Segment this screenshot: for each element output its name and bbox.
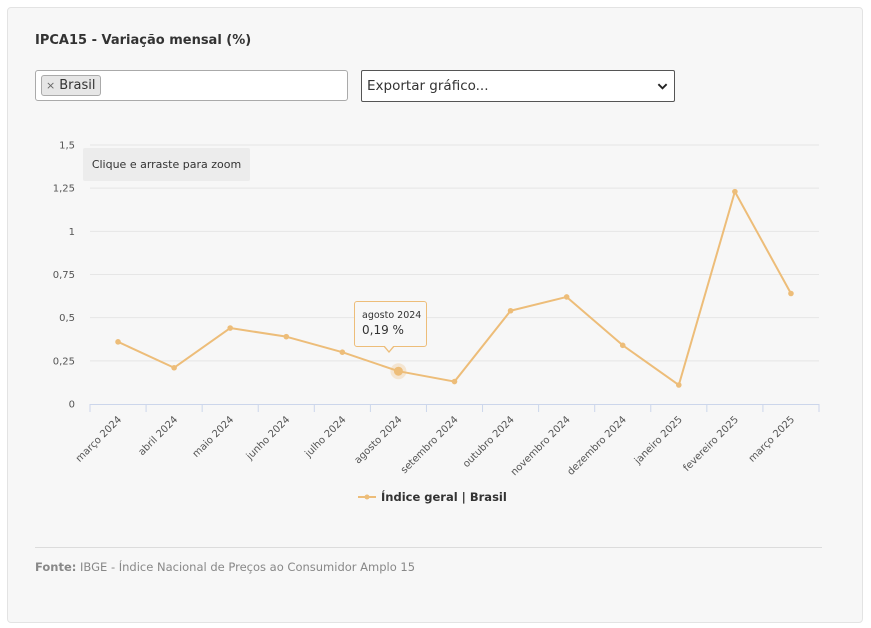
data-point: [676, 382, 682, 388]
x-tick-label: dezembro 2024: [565, 414, 628, 477]
data-point: [171, 364, 177, 371]
line-chart[interactable]: 0 0,25 0,5 0,75 1 1,25 1,5 março 2024 abril 202…: [0, 0, 871, 628]
y-tick-label: 0,25: [53, 356, 75, 367]
x-tick-label: novembro 2024: [509, 414, 573, 478]
y-tick-label: 1,25: [53, 184, 75, 195]
source-label: Fonte:: [35, 560, 77, 574]
x-tick-label: março 2025: [747, 414, 797, 464]
y-tick-label: 0,75: [53, 270, 75, 281]
y-tick-label: 1: [69, 227, 75, 238]
x-tick-label: fevereiro 2025: [681, 414, 741, 474]
series-line: [117, 190, 792, 387]
tooltip-arrow-fill: [384, 345, 394, 351]
x-tick-label: janeiro 2025: [632, 414, 685, 467]
data-point: [451, 378, 458, 385]
data-point: [339, 349, 346, 356]
data-point: [732, 188, 738, 195]
x-tick-label: agosto 2024: [353, 414, 405, 466]
legend-line-icon: [358, 494, 376, 500]
legend-item[interactable]: Índice geral | Brasil: [358, 490, 507, 504]
data-point: [507, 307, 514, 314]
source-note: Fonte: IBGE - Índice Nacional de Preços …: [35, 560, 415, 574]
y-tick-label: 0,5: [59, 313, 75, 324]
x-tick-label: abril 2024: [137, 414, 181, 458]
y-tick-label: 0: [69, 400, 75, 411]
x-tick-label: julho 2024: [303, 414, 349, 460]
data-point: [115, 339, 121, 345]
x-tick-label: outubro 2024: [461, 414, 517, 470]
x-tick-label: junho 2024: [244, 414, 292, 462]
x-tick-label: maio 2024: [191, 414, 237, 460]
zoom-hint: Clique e arraste para zoom: [83, 148, 250, 181]
data-point: [227, 325, 233, 331]
data-point: [788, 290, 794, 297]
tooltip-date: agosto 2024: [362, 310, 422, 321]
data-point-highlighted: [393, 366, 403, 376]
data-point: [283, 333, 290, 340]
tooltip-value: 0,19 %: [362, 323, 404, 337]
data-point: [619, 342, 626, 349]
footer-divider: [35, 547, 822, 548]
source-text: IBGE - Índice Nacional de Preços ao Cons…: [80, 560, 416, 574]
data-point: [563, 294, 570, 300]
x-tick-label: março 2024: [74, 414, 124, 464]
data-tooltip: agosto 2024 0,19 %: [354, 301, 427, 347]
x-tick-label: setembro 2024: [399, 414, 461, 476]
legend-label: Índice geral | Brasil: [381, 490, 507, 504]
y-tick-label: 1,5: [59, 141, 75, 152]
